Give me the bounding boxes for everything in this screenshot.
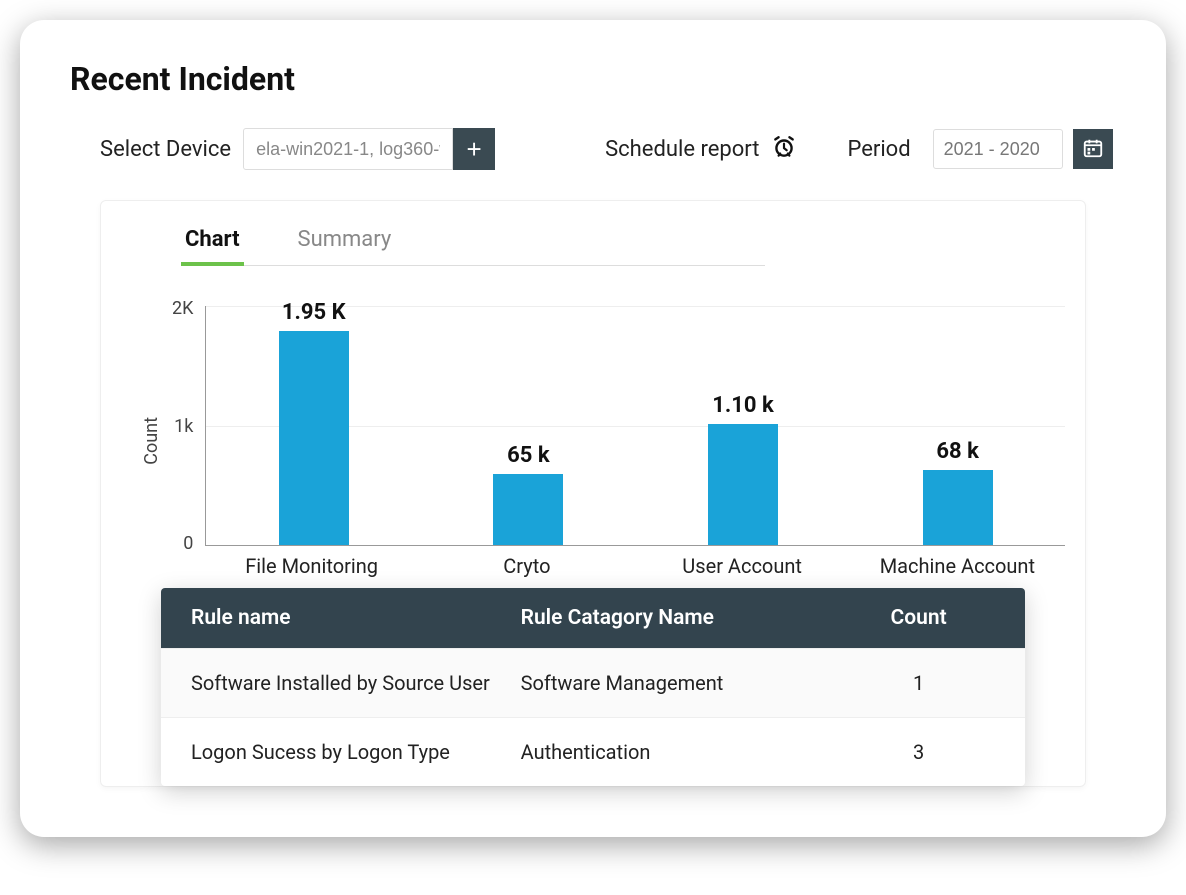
- tabs: Chart Summary: [181, 221, 765, 266]
- rules-table: Rule name Rule Catagory Name Count Softw…: [161, 588, 1025, 786]
- plot-area: 1.95 K65 k1.10 k68 k: [205, 306, 1065, 546]
- th-category: Rule Catagory Name: [521, 606, 843, 630]
- cell-count: 3: [842, 740, 995, 764]
- select-device-label: Select Device: [100, 137, 231, 162]
- cell-rule: Logon Sucess by Logon Type: [191, 740, 521, 764]
- th-rule: Rule name: [191, 606, 521, 630]
- table-header: Rule name Rule Catagory Name Count: [161, 588, 1025, 648]
- y-tick: 1k: [172, 416, 193, 437]
- th-count: Count: [842, 606, 995, 630]
- y-tick: 2K: [172, 298, 193, 319]
- device-input[interactable]: [243, 128, 453, 170]
- controls-row: Select Device + Schedule report Period: [70, 128, 1116, 170]
- cell-rule: Software Installed by Source User: [191, 671, 521, 695]
- device-selector: +: [243, 128, 495, 170]
- period-group: Period: [847, 129, 1112, 169]
- bar-group: 1.95 K: [219, 300, 408, 546]
- table-row[interactable]: Software Installed by Source UserSoftwar…: [161, 648, 1025, 717]
- table-row[interactable]: Logon Sucess by Logon TypeAuthentication…: [161, 717, 1025, 786]
- plus-icon: +: [466, 134, 481, 165]
- cell-count: 1: [842, 671, 995, 695]
- schedule-report[interactable]: Schedule report: [605, 134, 797, 164]
- tab-chart[interactable]: Chart: [181, 221, 244, 266]
- period-label: Period: [847, 137, 910, 162]
- add-device-button[interactable]: +: [453, 128, 495, 170]
- incident-card: Recent Incident Select Device + Schedule…: [20, 20, 1166, 837]
- calendar-button[interactable]: [1073, 129, 1113, 169]
- bar-value-label: 1.10 k: [712, 393, 773, 418]
- chart-area: Count 2K 1k 0 1.95 K65 k1.10 k68 k: [141, 306, 1065, 546]
- tab-summary[interactable]: Summary: [294, 221, 396, 266]
- y-tick: 0: [172, 533, 193, 554]
- bar[interactable]: [923, 470, 993, 545]
- x-axis-label: File Monitoring: [217, 554, 406, 578]
- x-axis-label: Cryto: [432, 554, 621, 578]
- x-axis-label: User Account: [647, 554, 836, 578]
- bar[interactable]: [279, 331, 349, 546]
- period-input[interactable]: [933, 129, 1063, 169]
- y-ticks: 2K 1k 0: [172, 306, 205, 546]
- bar[interactable]: [708, 424, 778, 545]
- bar[interactable]: [493, 474, 563, 546]
- calendar-icon: [1082, 137, 1104, 162]
- bar-value-label: 65 k: [507, 443, 549, 468]
- bar-group: 1.10 k: [649, 393, 838, 545]
- schedule-label: Schedule report: [605, 137, 759, 162]
- cell-category: Software Management: [521, 671, 843, 695]
- bar-group: 68 k: [863, 439, 1052, 545]
- x-axis-labels: File Monitoring Cryto User Account Machine …: [204, 554, 1065, 578]
- bar-group: 65 k: [434, 443, 623, 546]
- bar-value-label: 1.95 K: [282, 300, 346, 325]
- alarm-clock-icon: [771, 134, 797, 164]
- chart-panel: Chart Summary Count 2K 1k 0 1.95 K 65 k 1.…: [100, 200, 1086, 787]
- y-axis-label: Count: [141, 387, 162, 465]
- cell-category: Authentication: [521, 740, 843, 764]
- bar-value-label: 68 k: [936, 439, 978, 464]
- page-title: Recent Incident: [70, 60, 1116, 98]
- x-axis-label: Machine Account: [863, 554, 1052, 578]
